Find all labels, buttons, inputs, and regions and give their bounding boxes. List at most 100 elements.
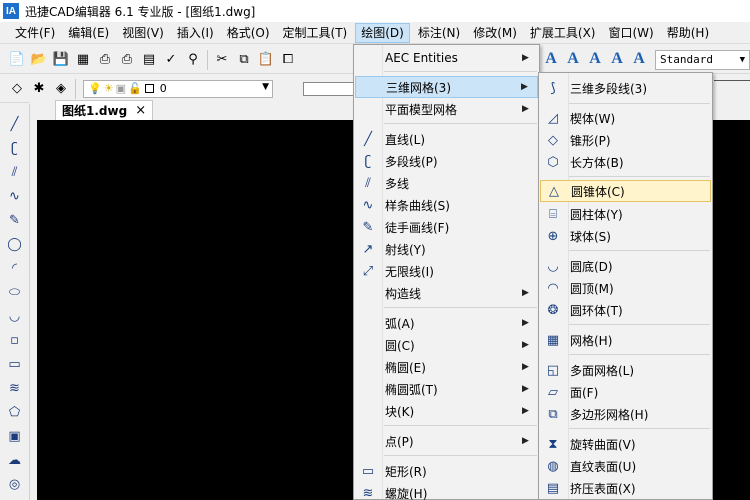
menu-item-box[interactable]: ⬡ 长方体(B)	[540, 151, 711, 173]
menu-custom-tools[interactable]: 定制工具(T)	[278, 23, 353, 43]
menu-item-extruded-surface[interactable]: ▤ 挤压表面(X)	[540, 477, 711, 499]
helix-icon[interactable]: ≋	[4, 378, 26, 398]
menu-insert[interactable]: 插入(I)	[172, 23, 219, 43]
menu-item-helix[interactable]: ≋ 螺旋(H)	[355, 482, 538, 500]
menu-item-mesh[interactable]: ▦ 网格(H)	[540, 329, 711, 351]
close-icon[interactable]: ×	[135, 103, 146, 118]
line-icon[interactable]: ╱	[4, 114, 26, 134]
menu-item-point[interactable]: 点(P) ▶	[355, 430, 538, 452]
spline-icon[interactable]: ∿	[4, 186, 26, 206]
polygon-icon[interactable]: ⬠	[4, 402, 26, 422]
menu-item-pyramid[interactable]: ◇ 锥形(P)	[540, 129, 711, 151]
find-text-icon[interactable]: A	[628, 50, 650, 68]
menu-item-torus[interactable]: ❂ 圆环体(T)	[540, 299, 711, 321]
menu-item-3d-mesh[interactable]: 三维网格(3) ▶	[355, 76, 538, 98]
menu-item-polyline[interactable]: ʗ 多段线(P)	[355, 150, 538, 172]
menu-item-planar-mesh[interactable]: 平面模型网格 ▶	[355, 98, 538, 120]
match-properties-icon[interactable]: ⧠	[279, 51, 297, 69]
menu-item-circle[interactable]: 圆(C) ▶	[355, 334, 538, 356]
circle-icon[interactable]: ◯	[4, 234, 26, 254]
polyline-icon[interactable]: ʗ	[4, 138, 26, 158]
menu-edit[interactable]: 编辑(E)	[63, 23, 114, 43]
menu-item-dome[interactable]: ◠ 圆顶(M)	[540, 277, 711, 299]
save-all-icon[interactable]: ▦	[74, 51, 92, 69]
menu-item-revolved-surface[interactable]: ⧗ 旋转曲面(V)	[540, 433, 711, 455]
save-icon[interactable]: 💾	[52, 51, 70, 69]
menu-item-sphere[interactable]: ⊕ 球体(S)	[540, 225, 711, 247]
menu-item-spline[interactable]: ∿ 样条曲线(S)	[355, 194, 538, 216]
menu-window[interactable]: 窗口(W)	[604, 23, 659, 43]
find-icon[interactable]: ⚲	[184, 51, 202, 69]
menu-view[interactable]: 视图(V)	[117, 23, 169, 43]
copy-icon[interactable]: ⧉	[235, 51, 253, 69]
arc-icon[interactable]: ◜	[4, 258, 26, 278]
menu-item-ruled-surface[interactable]: ◍ 直纹表面(U)	[540, 455, 711, 477]
menu-item-dish[interactable]: ◡ 圆底(D)	[540, 255, 711, 277]
paste-icon[interactable]: 📋	[257, 51, 275, 69]
menu-extensions[interactable]: 扩展工具(X)	[525, 23, 601, 43]
menu-help[interactable]: 帮助(H)	[662, 23, 714, 43]
menu-item-ellipse[interactable]: 椭圆(E) ▶	[355, 356, 538, 378]
multiline-icon: ⫽	[365, 175, 371, 191]
menu-item-cylinder[interactable]: ⌸ 圆柱体(Y)	[540, 203, 711, 225]
menu-item-polygon-mesh[interactable]: ⧉ 多边形网格(H)	[540, 403, 711, 425]
menu-item-ellipse-arc[interactable]: 椭圆弧(T) ▶	[355, 378, 538, 400]
menu-item-freehand[interactable]: ✎ 徒手画线(F)	[355, 216, 538, 238]
multiline-text-icon[interactable]: A	[562, 50, 584, 68]
point-icon[interactable]: ▫	[4, 330, 26, 350]
wedge-icon: ◿	[548, 110, 558, 126]
menu-item-aec-entities[interactable]: AEC Entities ▶	[355, 47, 538, 69]
ellipse-arc-icon[interactable]: ◡	[4, 306, 26, 326]
layer-select[interactable]: 💡 ☀ ▣ 🔓 0 ▼	[83, 79, 273, 98]
sphere-icon: ⊕	[547, 228, 559, 244]
menu-item-xline[interactable]: ⤢ 无限线(I)	[355, 260, 538, 282]
tab-drawing1[interactable]: 图纸1.dwg ×	[55, 100, 154, 120]
tab-label: 图纸1.dwg	[62, 104, 128, 118]
text-style-icon[interactable]: A	[584, 50, 606, 68]
rectangle-icon[interactable]: ▭	[4, 354, 26, 374]
layer-manager-icon[interactable]: ◇	[8, 80, 26, 98]
menu-item-wedge[interactable]: ◿ 楔体(W)	[540, 107, 711, 129]
text-style-select[interactable]: Standard ▼	[655, 50, 750, 70]
cloud-icon[interactable]: ☁	[4, 450, 26, 470]
menu-item-arc[interactable]: 弧(A) ▶	[355, 312, 538, 334]
text-icon[interactable]: A	[540, 50, 562, 68]
layer-state-icon[interactable]: ✱	[30, 80, 48, 98]
open-file-icon[interactable]: 📂	[30, 51, 48, 69]
spell-check-icon[interactable]: ✓	[162, 51, 180, 69]
ray-icon: ↗	[362, 241, 374, 257]
menu-item-multiline[interactable]: ⫽ 多线	[355, 172, 538, 194]
publish-icon[interactable]: ▤	[140, 51, 158, 69]
menu-item-polyface-mesh[interactable]: ◱ 多面网格(L)	[540, 359, 711, 381]
text-edit-icon[interactable]: A	[606, 50, 628, 68]
menu-dimension[interactable]: 标注(N)	[413, 23, 465, 43]
layer-previous-icon[interactable]: ◈	[52, 80, 70, 98]
new-file-icon[interactable]: 📄	[8, 51, 26, 69]
menu-modify[interactable]: 修改(M)	[468, 23, 522, 43]
donut-icon[interactable]: ◎	[4, 474, 26, 494]
menu-item-line[interactable]: ╱ 直线(L)	[355, 128, 538, 150]
menu-draw[interactable]: 绘图(D)	[355, 22, 410, 43]
region-icon[interactable]: ▣	[4, 426, 26, 446]
multiline-icon[interactable]: ⫽	[4, 162, 26, 182]
toolbar-separator	[207, 49, 208, 70]
menu-item-3d-polyline[interactable]: ⟆ 三维多段线(3)	[540, 77, 711, 99]
linetype-preview[interactable]	[303, 82, 355, 96]
ellipse-icon[interactable]: ⬭	[4, 282, 26, 302]
menu-separator	[569, 103, 710, 104]
lineweight-preview[interactable]	[714, 80, 750, 98]
mesh-icon: ▦	[546, 332, 560, 348]
freehand-icon[interactable]: ✎	[4, 210, 26, 230]
menu-item-block[interactable]: 块(K) ▶	[355, 400, 538, 422]
menu-item-face[interactable]: ▱ 面(F)	[540, 381, 711, 403]
cut-icon[interactable]: ✂	[213, 51, 231, 69]
print-preview-icon[interactable]: ⎙	[118, 51, 136, 69]
menu-item-ray[interactable]: ↗ 射线(Y)	[355, 238, 538, 260]
menu-format[interactable]: 格式(O)	[222, 23, 275, 43]
menu-item-construction-line[interactable]: 构造线 ▶	[355, 282, 538, 304]
menu-item-cone[interactable]: △ 圆锥体(C)	[540, 180, 711, 202]
menu-item-rectangle[interactable]: ▭ 矩形(R)	[355, 460, 538, 482]
torus-icon: ❂	[547, 302, 559, 318]
menu-file[interactable]: 文件(F)	[10, 23, 60, 43]
print-icon[interactable]: ⎙	[96, 51, 114, 69]
